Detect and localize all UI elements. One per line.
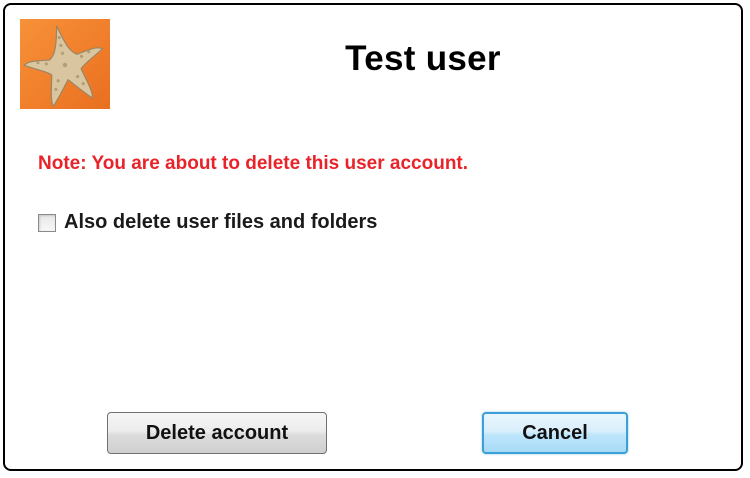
starfish-avatar-icon (20, 19, 110, 109)
dialog-title: Test user (345, 39, 501, 78)
delete-account-button[interactable]: Delete account (107, 412, 327, 454)
delete-files-checkbox[interactable] (38, 213, 56, 232)
cancel-button[interactable]: Cancel (482, 412, 628, 454)
delete-files-option[interactable]: Also delete user files and folders (38, 211, 377, 234)
delete-files-label[interactable]: Also delete user files and folders (64, 211, 377, 234)
warning-note: Note: You are about to delete this user … (38, 153, 469, 174)
delete-user-dialog: Test user Note: You are about to delete … (3, 3, 743, 471)
